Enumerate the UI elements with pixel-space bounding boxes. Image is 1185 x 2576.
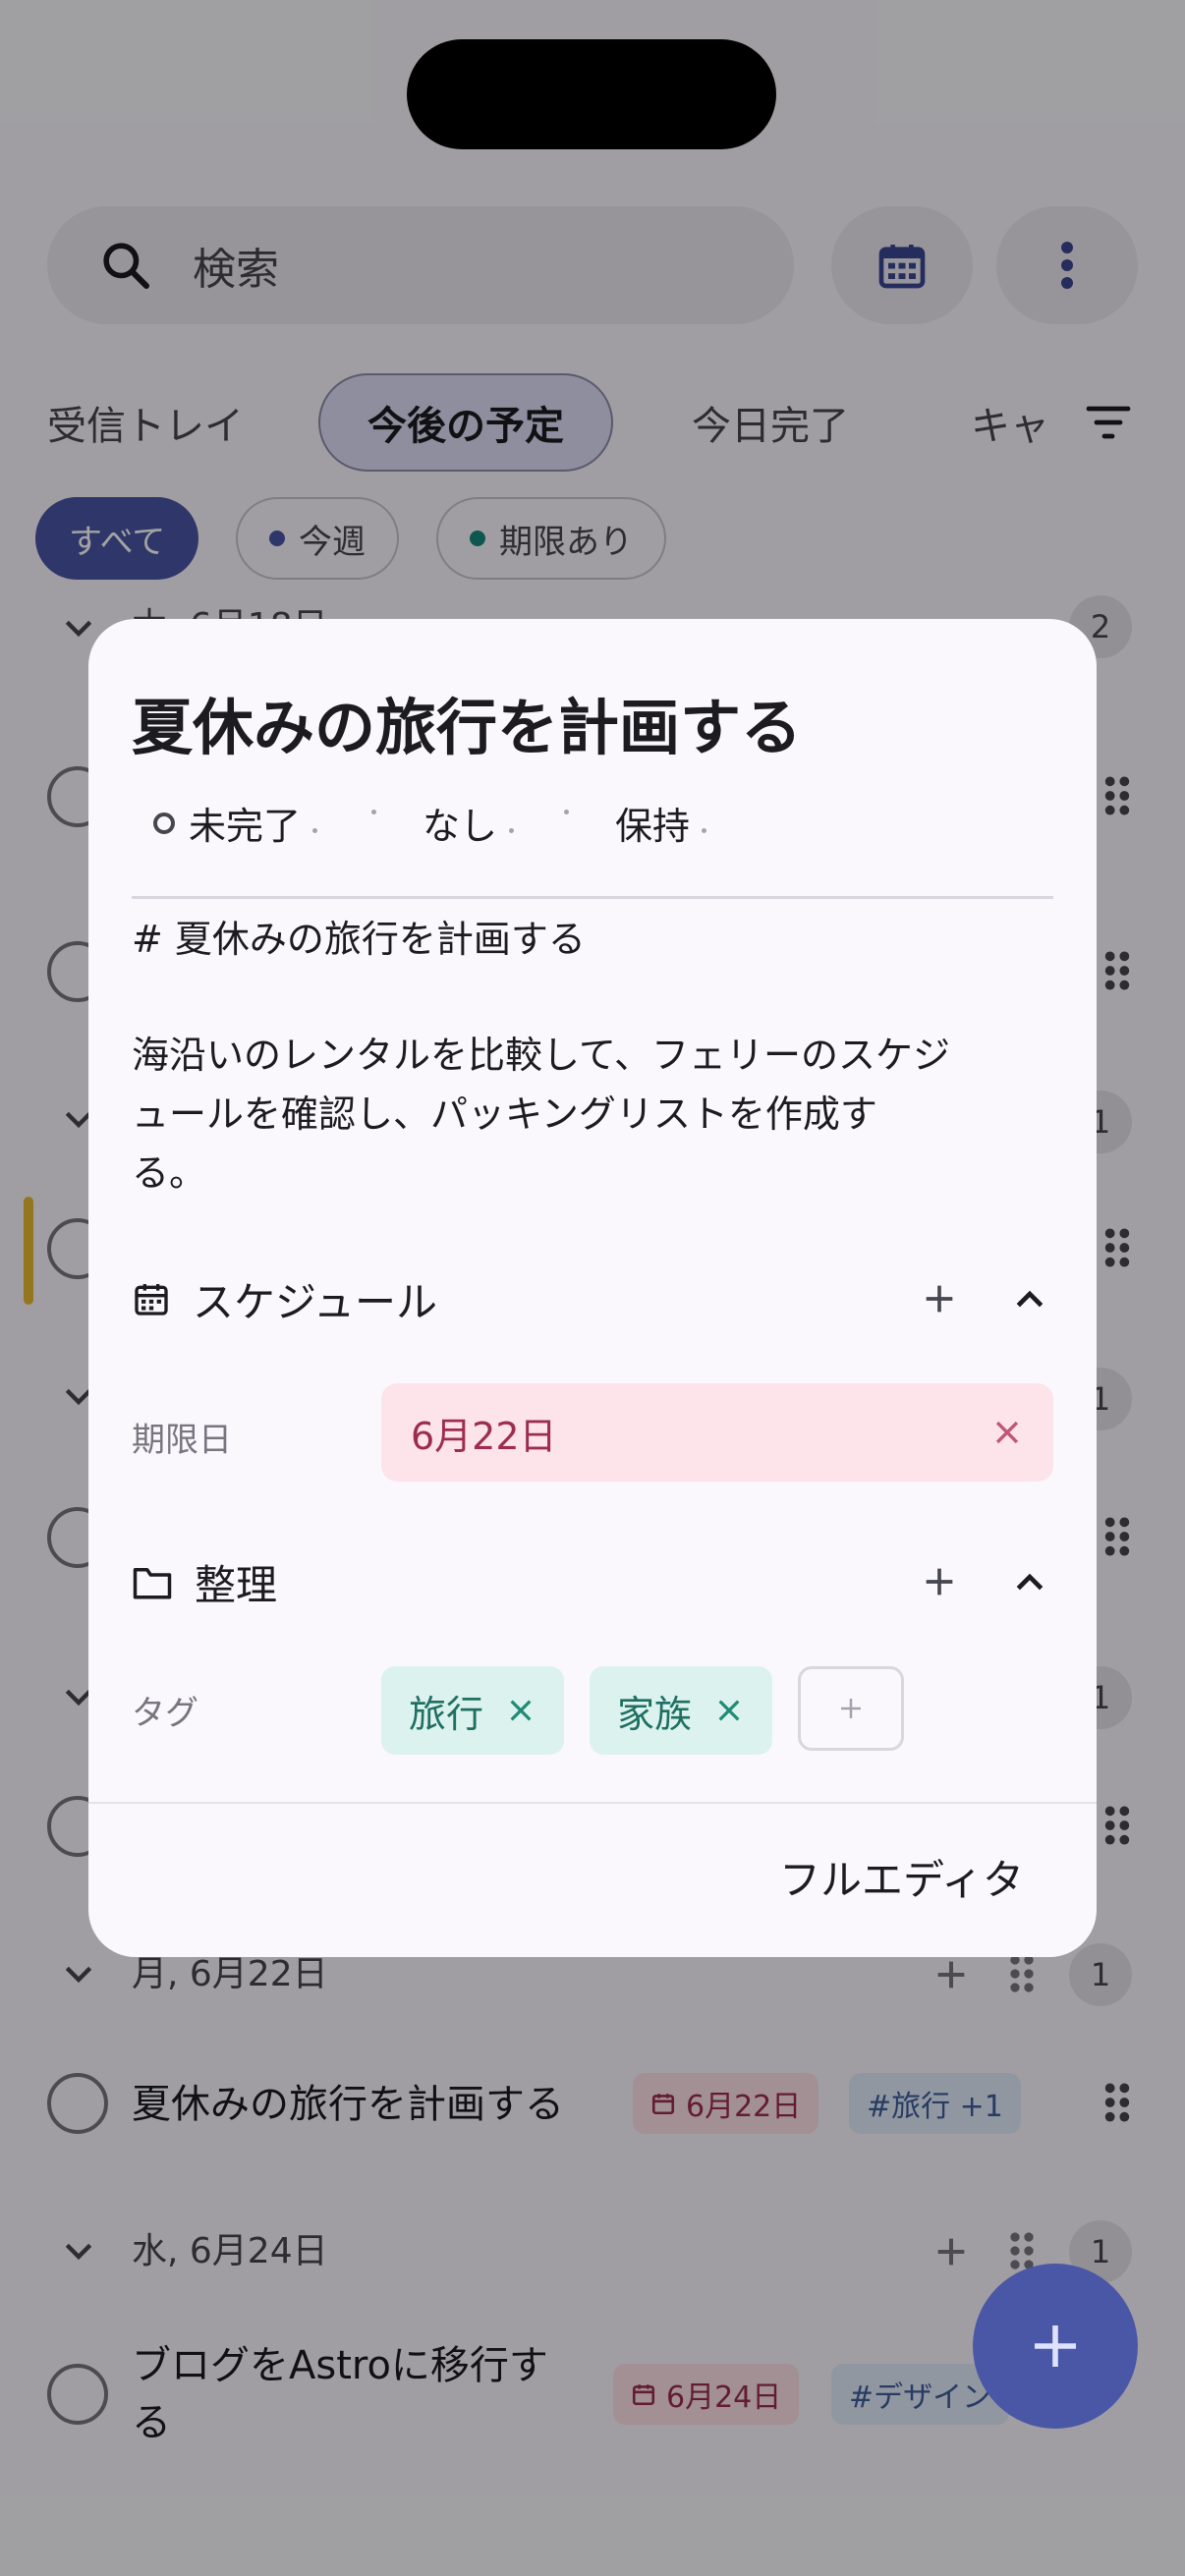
note-line-1[interactable]: 海沿いのレンタルを比較して、フェリーのスケジ <box>132 1026 1055 1085</box>
status-ring-icon <box>153 812 175 834</box>
folder-icon <box>132 1562 173 1601</box>
separator-dot-icon <box>564 810 569 814</box>
priority-selector[interactable]: なし <box>423 796 515 850</box>
chevron-up-icon[interactable] <box>1010 1279 1049 1318</box>
due-date-label: 期限日 <box>132 1421 232 1460</box>
dropdown-dot-icon <box>509 828 515 833</box>
organize-section-header[interactable]: 整理 <box>132 1542 1055 1621</box>
footer-divider <box>88 1802 1097 1804</box>
tag-chip[interactable]: 家族 <box>590 1666 773 1755</box>
calendar-icon <box>132 1279 171 1318</box>
dialog-title[interactable]: 夏休みの旅行を計画する <box>132 678 802 766</box>
tag-chip[interactable]: 旅行 <box>381 1666 565 1755</box>
list-label: 保持 <box>615 805 691 848</box>
dropdown-dot-icon <box>702 828 707 833</box>
status-selector[interactable]: 未完了 <box>153 796 318 850</box>
plus-icon[interactable] <box>920 1279 959 1318</box>
note-line-3[interactable]: る。 <box>132 1144 1055 1203</box>
due-date-value: 6月22日 <box>411 1414 557 1458</box>
close-icon[interactable] <box>713 1695 745 1726</box>
note-heading[interactable]: # 夏休みの旅行を計画する <box>132 910 1055 969</box>
plus-icon[interactable] <box>920 1562 959 1601</box>
divider <box>132 896 1053 899</box>
add-tag-button[interactable] <box>798 1666 904 1751</box>
full-editor-button[interactable]: フルエディタ <box>779 1847 1024 1907</box>
list-selector[interactable]: 保持 <box>615 796 707 850</box>
priority-label: なし <box>423 805 498 848</box>
tag-chip-label: 家族 <box>617 1692 693 1736</box>
separator-dot-icon <box>371 810 376 814</box>
tags-label: タグ <box>132 1694 198 1733</box>
status-label: 未完了 <box>189 805 302 848</box>
add-task-button[interactable] <box>973 2264 1138 2429</box>
dropdown-dot-icon <box>312 828 318 833</box>
schedule-section-header[interactable]: スケジュール <box>132 1260 1055 1338</box>
add-icon <box>836 1694 866 1723</box>
organize-section-title: 整理 <box>195 1560 278 1609</box>
due-date-field[interactable]: 6月22日 <box>381 1383 1053 1482</box>
plus-icon <box>1028 2319 1083 2374</box>
schedule-section-title: スケジュール <box>193 1277 438 1326</box>
tag-chip-label: 旅行 <box>409 1692 484 1736</box>
close-icon[interactable] <box>505 1695 536 1726</box>
chevron-up-icon[interactable] <box>1010 1562 1049 1601</box>
close-icon[interactable] <box>990 1416 1024 1449</box>
task-detail-dialog: 夏休みの旅行を計画する 未完了 なし 保持 # 夏休みの旅行を計画する 海沿いの… <box>88 619 1097 1957</box>
note-line-2[interactable]: ュールを確認し、パッキングリストを作成す <box>132 1085 1055 1144</box>
